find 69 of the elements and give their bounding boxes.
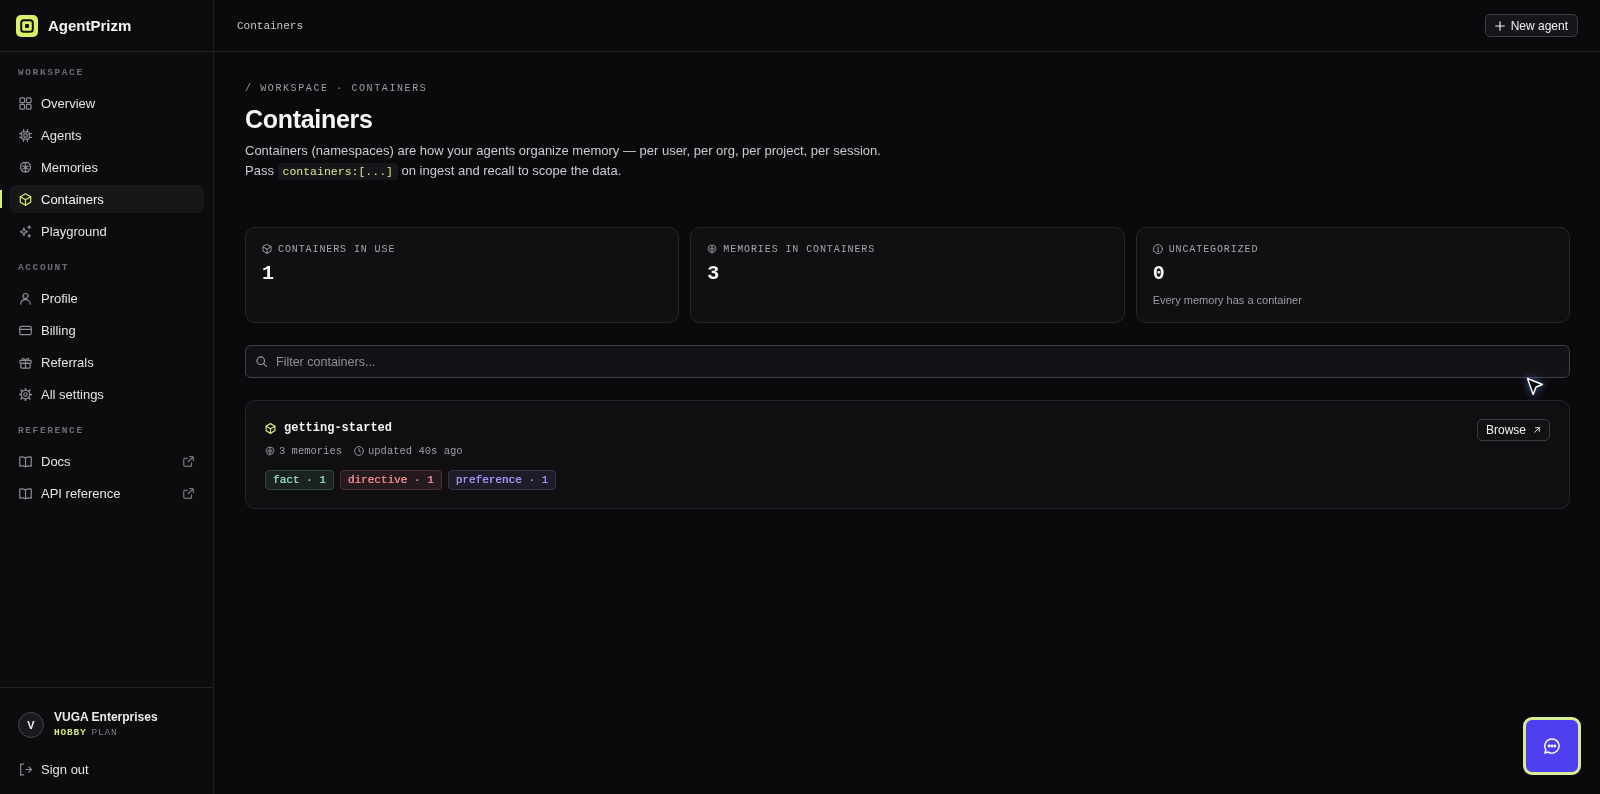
stat-note: Every memory has a container [1152, 293, 1303, 307]
stat-value: 0 [1152, 262, 1166, 286]
nav-item[interactable]: Referrals [10, 348, 204, 376]
nav-item[interactable]: Profile [10, 284, 204, 312]
nav-item[interactable]: Agents [10, 121, 204, 149]
tag: preference · 1 [447, 470, 557, 490]
book-icon [19, 454, 32, 468]
page-title: Containers [245, 104, 374, 135]
selection-indicator [0, 190, 2, 208]
avatar: V [18, 712, 44, 738]
new-agent-button[interactable]: New agent [1484, 14, 1578, 37]
brain-icon [19, 160, 32, 174]
account-name: VUGA Enterprises [54, 709, 158, 725]
section-heading: WORKSPACE [17, 67, 85, 79]
nav-item[interactable]: Memories [10, 153, 204, 181]
plus-icon [1494, 20, 1505, 31]
search-icon [256, 356, 267, 367]
brand-name: AgentPrizm [48, 17, 132, 34]
nav-item[interactable]: Overview [10, 89, 204, 117]
cube-icon [19, 192, 32, 206]
updated-time: updated 40s ago [368, 445, 463, 457]
page-description: Containers (namespaces) are how your agents organize memory — per user, per org, per project, per session. [245, 142, 882, 160]
plan-label: PLAN [91, 726, 118, 740]
grid-icon [19, 96, 32, 110]
chat-button[interactable] [1523, 717, 1581, 775]
user-icon [19, 291, 32, 305]
nav-item[interactable]: Docs [10, 447, 204, 475]
book-icon [19, 486, 32, 500]
alert-icon [1152, 244, 1163, 254]
plan-name: HOBBY [54, 726, 87, 740]
chat-icon [1544, 738, 1560, 754]
logo-icon [16, 14, 38, 37]
nav-item[interactable]: Playground [10, 217, 204, 245]
sign-out-icon [19, 762, 32, 776]
credit-card-icon [19, 323, 32, 337]
browse-button[interactable]: Browse [1477, 419, 1550, 441]
nav-item[interactable]: All settings [10, 380, 204, 408]
tag: fact · 1 [265, 470, 334, 490]
clock-icon [354, 446, 364, 456]
stat-value: 1 [262, 262, 275, 286]
section-heading: REFERENCE [17, 425, 85, 437]
arrow-up-right-icon [1533, 426, 1541, 434]
section-heading: ACCOUNT [17, 262, 71, 274]
cube-icon [265, 422, 276, 434]
sparkles-icon [19, 224, 32, 238]
chip-icon [19, 128, 32, 142]
nav-item[interactable]: Containers [10, 185, 204, 213]
cursor-icon [1526, 377, 1544, 396]
settings-icon [19, 387, 32, 401]
filter-field[interactable]: Filter containers... [245, 345, 1570, 378]
gift-icon [19, 355, 32, 369]
brain-icon [707, 244, 718, 254]
tag: directive · 1 [339, 470, 442, 490]
usage-hint: Pass containers:[...] on ingest and recall to scope the data. [245, 162, 623, 182]
sign-out-button[interactable]: Sign out [10, 755, 204, 783]
stat-label: CONTAINERS IN USE [278, 243, 396, 255]
stat-label: UNCATEGORIZED [1168, 243, 1259, 255]
container-name: getting-started [284, 421, 393, 435]
external-link-icon [183, 487, 194, 499]
cube-icon [262, 244, 272, 254]
breadcrumb: / WORKSPACE · CONTAINERS [245, 83, 429, 95]
nav-item[interactable]: API reference [10, 479, 204, 507]
nav-item[interactable]: Billing [10, 316, 204, 344]
external-link-icon [183, 455, 194, 467]
memory-count: 3 memories [279, 445, 342, 457]
stat-value: 3 [707, 262, 721, 286]
brain-icon [265, 446, 275, 456]
stat-label: MEMORIES IN CONTAINERS [723, 243, 876, 255]
page-title-small: Containers [237, 19, 303, 32]
